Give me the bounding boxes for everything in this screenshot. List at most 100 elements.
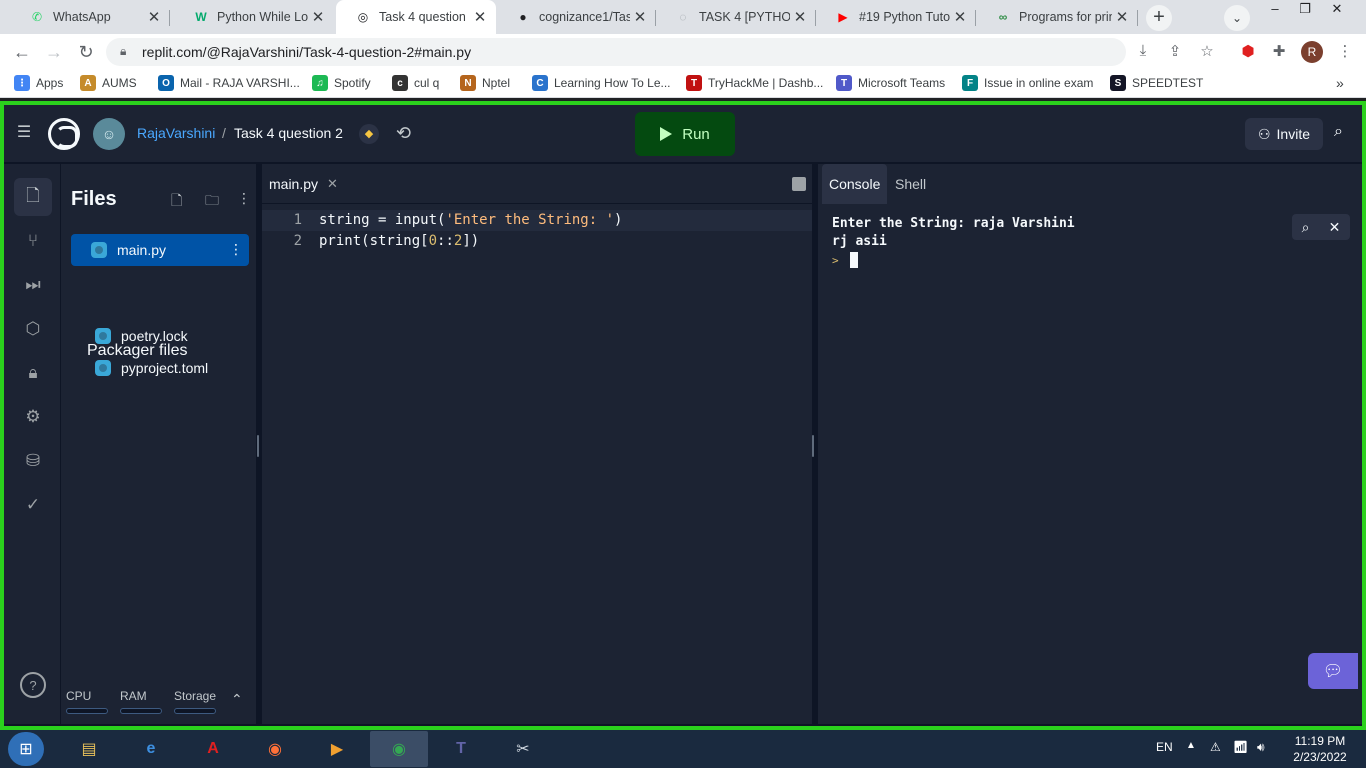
editor-tab-main-py[interactable]: main.py ✕ bbox=[262, 164, 350, 204]
tab-search-button[interactable]: ⌄ bbox=[1224, 5, 1250, 31]
bookmark-item[interactable]: C Learning How To Le... bbox=[532, 75, 671, 91]
file-options-icon[interactable]: ⋮ bbox=[229, 241, 243, 258]
bookmark-item[interactable]: F Issue in online exam bbox=[962, 75, 1093, 91]
bookmark-item[interactable]: ⋮ Apps bbox=[14, 75, 63, 91]
media-player-taskbar-icon[interactable]: ▶ bbox=[308, 731, 366, 767]
database-icon[interactable]: ⛁ bbox=[14, 442, 52, 480]
back-arrow-icon[interactable]: ← bbox=[9, 40, 35, 66]
minimize-button[interactable]: – bbox=[1260, 0, 1290, 20]
files-editor-splitter[interactable] bbox=[257, 435, 259, 457]
secrets-lock-icon[interactable]: 🔒︎ bbox=[14, 354, 52, 392]
chrome-taskbar-icon[interactable]: ◉ bbox=[370, 731, 428, 767]
version-control-icon[interactable]: ⑂ bbox=[14, 222, 52, 260]
reload-icon[interactable]: ↻ bbox=[73, 40, 99, 66]
file-item-main-py[interactable]: main.py ⋮ bbox=[71, 234, 249, 266]
storage-meter[interactable] bbox=[174, 708, 216, 714]
editor-console-splitter[interactable] bbox=[812, 435, 814, 457]
extension-red-icon[interactable]: ⬢ bbox=[1237, 42, 1259, 60]
window-close-button[interactable]: ✕ bbox=[1322, 0, 1352, 20]
tray-expand-icon[interactable]: ▲ bbox=[1186, 740, 1196, 751]
files-tool-icon[interactable]: 🗋︎ bbox=[14, 178, 52, 216]
close-tab-icon[interactable]: ✕ bbox=[1112, 8, 1132, 26]
bookmark-item[interactable]: T Microsoft Teams bbox=[836, 75, 945, 91]
code-line[interactable]: 1 string = input('Enter the String: ') bbox=[262, 210, 812, 231]
browser-tab[interactable]: ◌ TASK 4 [PYTHON✕ bbox=[656, 0, 816, 34]
console-search-icon[interactable]: ⌕ bbox=[1302, 219, 1310, 236]
teams-taskbar-icon[interactable]: T bbox=[432, 731, 490, 767]
user-avatar[interactable]: ☺ bbox=[93, 118, 125, 150]
menu-icon[interactable]: ☰ bbox=[14, 123, 34, 143]
settings-gear-icon[interactable]: ⚙ bbox=[14, 398, 52, 436]
files-more-icon[interactable]: ⋮ bbox=[237, 190, 251, 207]
internet-explorer-taskbar-icon[interactable]: e bbox=[122, 731, 180, 767]
invite-button[interactable]: ⚇ Invite bbox=[1245, 118, 1323, 150]
format-icon[interactable] bbox=[792, 177, 806, 191]
extensions-puzzle-icon[interactable]: ✚ bbox=[1268, 42, 1290, 60]
network-alert-icon[interactable]: ⚠ bbox=[1210, 740, 1221, 754]
ram-meter[interactable] bbox=[120, 708, 162, 714]
browser-tab[interactable]: ◎ Task 4 question 2 ✕ bbox=[336, 0, 496, 34]
close-tab-icon[interactable]: ✕ bbox=[144, 8, 164, 26]
breadcrumb-user[interactable]: RajaVarshini bbox=[137, 125, 215, 141]
new-file-icon[interactable]: 🗋︎ bbox=[171, 190, 182, 214]
bookmark-item[interactable]: ♫ Spotify bbox=[312, 75, 371, 91]
maximize-button[interactable]: ❐ bbox=[1290, 0, 1320, 20]
new-tab-button[interactable]: + bbox=[1146, 5, 1172, 31]
bookmark-star-icon[interactable]: ☆ bbox=[1196, 42, 1218, 60]
file-explorer-taskbar-icon[interactable]: ▤ bbox=[60, 731, 118, 767]
bookmark-item[interactable]: c cul q bbox=[392, 75, 439, 91]
windows-start-icon[interactable]: ⊞ bbox=[8, 732, 44, 766]
python-language-icon[interactable]: ◆ bbox=[359, 124, 379, 144]
bookmarks-overflow-icon[interactable]: » bbox=[1336, 75, 1344, 91]
cpu-meter[interactable] bbox=[66, 708, 108, 714]
snipping-tool-taskbar-icon[interactable]: ✂ bbox=[494, 731, 552, 767]
code-line[interactable]: 2 print(string[0::2]) bbox=[262, 231, 812, 252]
chrome-menu-icon[interactable]: ⋮ bbox=[1334, 42, 1356, 60]
close-tab-icon[interactable]: ✕ bbox=[308, 8, 328, 26]
browser-tab[interactable]: W Python While Loo ✕ bbox=[174, 0, 334, 34]
forward-arrow-icon[interactable]: → bbox=[41, 40, 67, 66]
signal-icon[interactable]: 📶︎ bbox=[1233, 740, 1248, 754]
address-bar[interactable]: 🔒︎ replit.com/@RajaVarshini/Task-4-quest… bbox=[106, 38, 1126, 66]
profile-avatar[interactable]: R bbox=[1301, 41, 1323, 63]
code-editor[interactable]: main.py ✕ 1 string = input('Enter the St… bbox=[262, 164, 812, 724]
browser-tab[interactable]: ● cognizance1/Task ✕ bbox=[496, 0, 656, 34]
tab-console[interactable]: Console bbox=[822, 164, 888, 204]
close-tab-icon[interactable]: ✕ bbox=[327, 176, 338, 192]
bookmark-item[interactable]: O Mail - RAJA VARSHI... bbox=[158, 75, 300, 91]
history-icon[interactable]: ⟲ bbox=[396, 123, 411, 144]
browser-tab[interactable]: ▶ #19 Python Tutori ✕ bbox=[816, 0, 976, 34]
search-icon[interactable]: ⌕ bbox=[1334, 123, 1343, 141]
close-tab-icon[interactable]: ✕ bbox=[630, 8, 650, 26]
install-app-icon[interactable]: ⤓ bbox=[1132, 42, 1154, 59]
close-tab-icon[interactable]: ✕ bbox=[950, 8, 970, 26]
browser-tab[interactable]: ✆ WhatsApp ✕ bbox=[10, 0, 170, 34]
console-clear-icon[interactable]: ✕ bbox=[1329, 219, 1341, 236]
bookmark-item[interactable]: N Nptel bbox=[460, 75, 510, 91]
chevron-up-icon[interactable]: ⌃ bbox=[231, 691, 243, 708]
console-panel[interactable]: Console Shell ⌕ ✕ Enter the String: raja… bbox=[818, 164, 1362, 724]
unit-tests-check-icon[interactable]: ✓ bbox=[14, 486, 52, 524]
chat-icon[interactable]: 💬︎ bbox=[1308, 653, 1358, 689]
acrobat-taskbar-icon[interactable]: A bbox=[184, 731, 242, 767]
bookmark-item[interactable]: S SPEEDTEST bbox=[1110, 75, 1203, 91]
new-folder-icon[interactable]: 🗀︎ bbox=[205, 190, 219, 214]
share-icon[interactable]: ⇪ bbox=[1164, 42, 1186, 60]
debugger-icon[interactable]: ⏭︎ bbox=[14, 266, 52, 304]
help-icon[interactable]: ? bbox=[20, 672, 46, 698]
bookmark-item[interactable]: T TryHackMe | Dashb... bbox=[686, 75, 823, 91]
packages-icon[interactable]: ⬡ bbox=[14, 310, 52, 348]
close-tab-icon[interactable]: ✕ bbox=[790, 8, 810, 26]
system-clock[interactable]: 11:19 PM 2/23/2022 bbox=[1284, 733, 1356, 765]
bookmark-item[interactable]: A AUMS bbox=[80, 75, 137, 91]
browser-tab[interactable]: ∞ Programs for print ✕ bbox=[976, 0, 1138, 34]
url-text[interactable]: replit.com/@RajaVarshini/Task-4-question… bbox=[142, 44, 471, 60]
language-indicator[interactable]: EN bbox=[1156, 740, 1173, 754]
replit-logo-icon[interactable] bbox=[48, 118, 80, 150]
volume-icon[interactable]: 🔊︎ bbox=[1257, 740, 1265, 755]
tab-shell[interactable]: Shell bbox=[888, 164, 933, 204]
file-item-poetry-lock[interactable]: poetry.lock bbox=[87, 320, 247, 352]
firefox-taskbar-icon[interactable]: ◉ bbox=[246, 731, 304, 767]
run-button[interactable]: Run bbox=[635, 112, 735, 156]
repl-name[interactable]: Task 4 question 2 bbox=[234, 125, 343, 141]
